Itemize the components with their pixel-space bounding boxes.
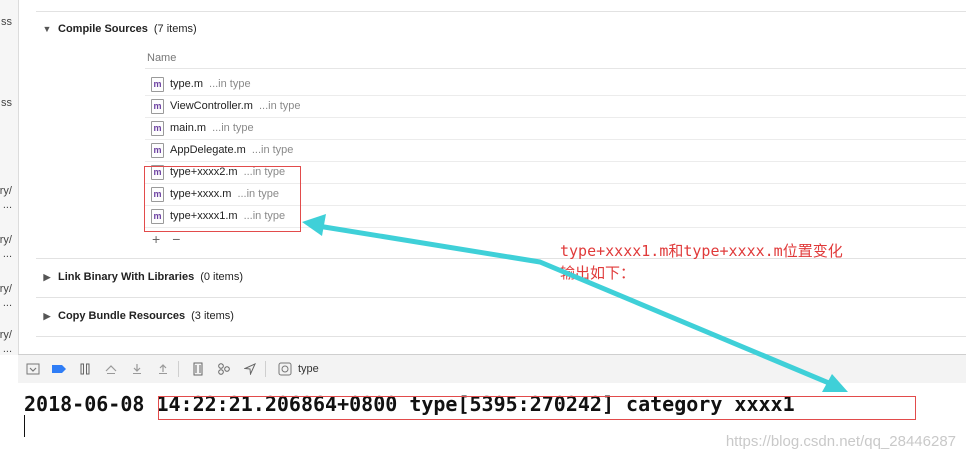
step-out-icon[interactable] — [152, 360, 174, 378]
toolbar-separator — [265, 361, 266, 377]
annotation-line: 输出如下： — [560, 264, 636, 282]
copy-bundle-header[interactable]: ▶ Copy Bundle Resources (3 items) — [42, 310, 234, 322]
navigator-fragment: ... — [2, 343, 12, 355]
link-binary-header[interactable]: ▶ Link Binary With Libraries (0 items) — [42, 271, 243, 283]
file-name: type.m — [170, 78, 204, 90]
phase-count: (7 items) — [153, 23, 197, 35]
project-navigator-edge: ss ss ry/ ... ry/ ... ry/ ... ry/ ... — [0, 0, 19, 355]
step-into-icon[interactable] — [126, 360, 148, 378]
phase-divider — [36, 297, 966, 298]
compile-sources-header[interactable]: ▼ Compile Sources (7 items) — [42, 23, 197, 35]
phase-count: (3 items) — [191, 310, 234, 322]
target-icon[interactable] — [274, 360, 296, 378]
hide-console-icon[interactable] — [22, 360, 44, 378]
file-row[interactable]: m main.m ...in type — [145, 117, 966, 140]
file-name: ViewController.m — [170, 100, 253, 112]
debug-target-label[interactable]: type — [298, 363, 319, 375]
breakpoints-icon[interactable] — [48, 360, 70, 378]
disclosure-expanded-icon[interactable]: ▼ — [42, 24, 52, 34]
phase-count: (0 items) — [200, 271, 243, 283]
navigator-fragment: ry/ — [0, 234, 12, 246]
annotation-line: type+xxxx1.m和type+xxxx.m位置变化 — [560, 242, 843, 260]
memory-graph-icon[interactable] — [213, 360, 235, 378]
highlight-box-log — [158, 396, 916, 420]
file-name: main.m — [170, 122, 207, 134]
file-row[interactable]: m AppDelegate.m ...in type — [145, 139, 966, 162]
file-location: ...in type — [212, 122, 254, 134]
remove-file-button[interactable]: − — [172, 231, 180, 247]
phase-title: Copy Bundle Resources — [58, 310, 186, 322]
objc-file-icon: m — [151, 98, 164, 114]
text-cursor — [24, 415, 25, 437]
objc-file-icon: m — [151, 120, 164, 136]
file-location: ...in type — [251, 144, 294, 156]
disclosure-collapsed-icon[interactable]: ▶ — [42, 311, 52, 322]
column-header-divider — [145, 68, 966, 69]
navigator-fragment: ss — [1, 16, 12, 28]
pause-icon[interactable] — [74, 360, 96, 378]
objc-file-icon: m — [151, 76, 164, 92]
file-location: ...in type — [209, 78, 251, 90]
file-location: ...in type — [258, 100, 301, 112]
file-name: AppDelegate.m — [170, 144, 246, 156]
file-row[interactable]: m ViewController.m ...in type — [145, 95, 966, 118]
step-over-icon[interactable] — [100, 360, 122, 378]
toolbar-separator — [178, 361, 179, 377]
navigator-fragment: ry/ — [0, 185, 12, 197]
navigator-fragment: ss — [1, 97, 12, 109]
disclosure-collapsed-icon[interactable]: ▶ — [42, 272, 52, 283]
phase-title: Link Binary With Libraries — [58, 271, 195, 283]
navigator-fragment: ... — [2, 248, 12, 260]
debug-toolbar: type — [18, 354, 966, 384]
view-hierarchy-icon[interactable] — [187, 360, 209, 378]
file-row[interactable]: m type.m ...in type — [145, 73, 966, 96]
add-file-button[interactable]: + — [152, 231, 160, 247]
phase-title: Compile Sources — [58, 23, 148, 35]
top-divider — [36, 11, 966, 12]
annotation-note: type+xxxx1.m和type+xxxx.m位置变化 输出如下： — [560, 240, 843, 284]
navigator-fragment: ry/ — [0, 283, 12, 295]
column-header-name[interactable]: Name — [147, 52, 176, 64]
navigator-fragment: ry/ — [0, 329, 12, 341]
phase-divider — [36, 336, 966, 337]
watermark-text: https://blog.csdn.net/qq_28446287 — [725, 433, 956, 450]
highlight-box-files — [144, 166, 301, 232]
navigator-fragment: ... — [2, 199, 12, 211]
console-area[interactable]: 2018-06-08 14:22:21.206864+0800 type[539… — [18, 383, 966, 462]
navigator-fragment: ... — [2, 297, 12, 309]
location-icon[interactable] — [239, 360, 261, 378]
add-remove-controls: + − — [152, 231, 180, 247]
objc-file-icon: m — [151, 142, 164, 158]
